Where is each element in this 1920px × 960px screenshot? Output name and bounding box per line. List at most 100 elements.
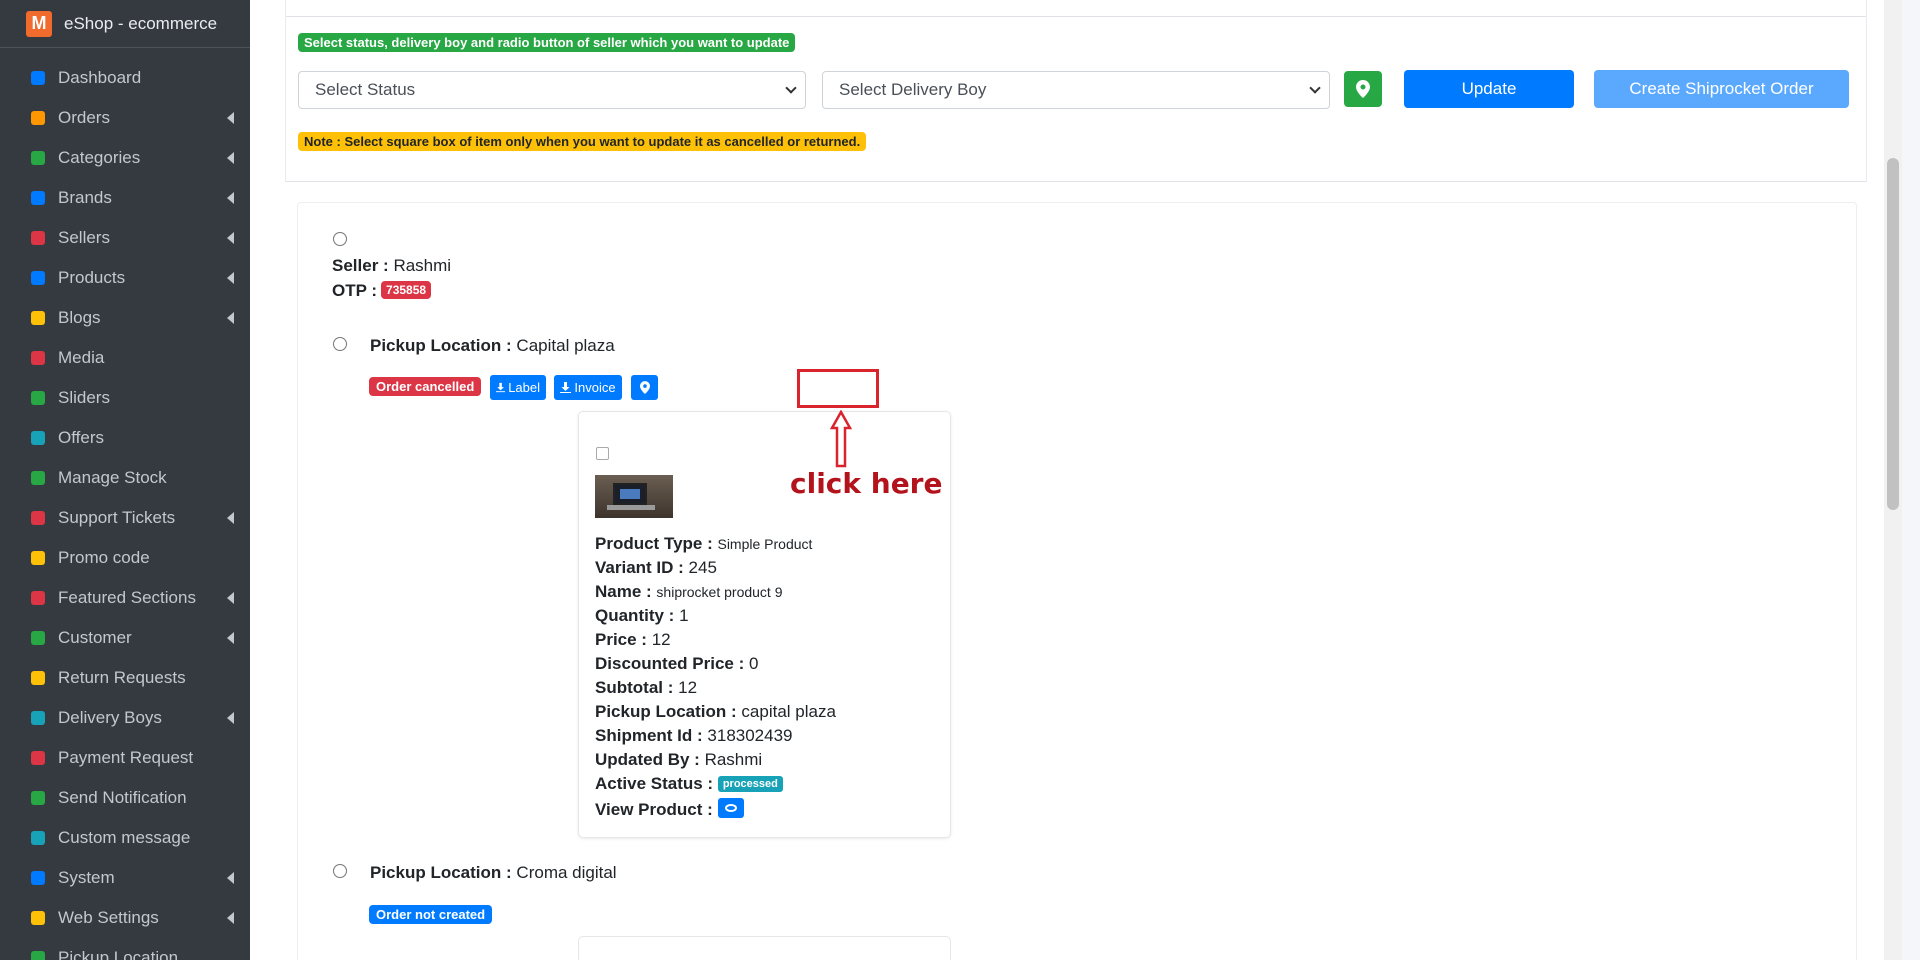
sidebar-item-orders[interactable]: Orders [0, 98, 250, 138]
eye-icon[interactable] [717, 798, 744, 818]
wrench-icon [28, 868, 48, 888]
globe-icon [28, 908, 48, 928]
sidebar-item-offers[interactable]: Offers [0, 418, 250, 458]
sidebar-item-dashboard[interactable]: Dashboard [0, 58, 250, 98]
map-marker-button[interactable] [1344, 71, 1382, 107]
product-field: Subtotal : 12 [595, 678, 697, 698]
brand[interactable]: M eShop - ecommerce [0, 0, 250, 48]
sidebar-item-label: Promo code [58, 548, 150, 567]
order-status-badge: Order cancelled [369, 377, 482, 396]
puzzle-icon [28, 548, 48, 568]
sidebar-item-manage-stock[interactable]: Manage Stock [0, 458, 250, 498]
product-field-label: Subtotal : [595, 678, 674, 697]
cube-icon [28, 468, 48, 488]
sidebar-item-label: Manage Stock [58, 468, 167, 487]
order-card [297, 202, 1857, 960]
invoice-highlight-box [797, 369, 879, 408]
status-select[interactable]: Select Status [298, 71, 806, 109]
sidebar-item-label: Support Tickets [58, 508, 176, 527]
photo-video-icon [28, 348, 48, 368]
label-button-text: Label [508, 380, 540, 395]
view-product-label: View Product : [595, 800, 713, 819]
sidebar-item-brands[interactable]: Brands [0, 178, 250, 218]
sidebar-item-label: Media [58, 348, 105, 367]
invoice-button[interactable]: Invoice [554, 375, 622, 400]
pickup-radio-2[interactable] [333, 864, 347, 878]
seller-name: Rashmi [393, 256, 452, 275]
sidebar-item-return-requests[interactable]: Return Requests [0, 658, 250, 698]
update-button[interactable]: Update [1404, 70, 1574, 108]
chevron-down-icon [1309, 82, 1321, 94]
chevron-left-icon [227, 872, 234, 884]
pickup-radio-1[interactable] [333, 337, 347, 351]
cart-icon [28, 108, 48, 128]
sidebar-item-customer[interactable]: Customer [0, 618, 250, 658]
sidebar-item-custom-message[interactable]: Custom message [0, 818, 250, 858]
product-field-label: Shipment Id : [595, 726, 703, 745]
sidebar-item-label: Send Notification [58, 788, 187, 807]
sidebar-item-web-settings[interactable]: Web Settings [0, 898, 250, 938]
sidebar: M eShop - ecommerce Dashboard Orders Categ… [0, 0, 250, 960]
instruction-badge: Select status, delivery boy and radio bu… [298, 33, 796, 52]
sidebar-item-sliders[interactable]: Sliders [0, 378, 250, 418]
product-field: Quantity : 1 [595, 606, 689, 626]
sidebar-item-send-notification[interactable]: Send Notification [0, 778, 250, 818]
invoice-button-text: Invoice [574, 380, 616, 395]
ticket-icon [28, 508, 48, 528]
item-checkbox[interactable] [596, 447, 609, 460]
chevron-left-icon [227, 592, 234, 604]
seller-line: Seller : Rashmi [332, 256, 451, 276]
sidebar-item-products[interactable]: Products [0, 258, 250, 298]
product-field: Variant ID : 245 [595, 558, 717, 578]
product-field-value: Rashmi [704, 750, 763, 769]
create-shiprocket-order-button[interactable]: Create Shiprocket Order [1594, 70, 1849, 108]
product-field: Shipment Id : 318302439 [595, 726, 793, 746]
pickup-line-2: Pickup Location : Croma digital [370, 863, 617, 883]
user-icon [28, 628, 48, 648]
product-field-label: Updated By : [595, 750, 700, 769]
scrollbar-thumb[interactable] [1887, 158, 1899, 510]
sidebar-item-promo-code[interactable]: Promo code [0, 538, 250, 578]
otp-badge: 735858 [381, 281, 432, 299]
divider [286, 16, 1866, 17]
product-card-2 [578, 936, 951, 960]
active-status-label: Active Status : [595, 774, 714, 793]
map-marker-icon [1356, 80, 1370, 98]
cubes-icon [28, 268, 48, 288]
id-badge-icon [28, 708, 48, 728]
chevron-left-icon [227, 912, 234, 924]
product-field-label: Price : [595, 630, 647, 649]
chevron-left-icon [227, 312, 234, 324]
chevron-left-icon [227, 512, 234, 524]
product-field-label: Quantity : [595, 606, 675, 625]
sidebar-item-label: Return Requests [58, 668, 186, 687]
click-here-annotation: click here [790, 467, 943, 500]
product-field: Discounted Price : 0 [595, 654, 758, 674]
product-field: Price : 12 [595, 630, 671, 650]
sidebar-item-pickup-location[interactable]: Pickup Location [0, 938, 250, 960]
chevron-left-icon [227, 232, 234, 244]
product-field-value: Simple Product [717, 536, 813, 552]
sidebar-item-media[interactable]: Media [0, 338, 250, 378]
sidebar-item-label: Orders [58, 108, 110, 127]
label-button[interactable]: Label [490, 375, 546, 400]
sidebar-item-featured-sections[interactable]: Featured Sections [0, 578, 250, 618]
sidebar-item-label: Categories [58, 148, 141, 167]
seller-radio[interactable] [333, 232, 347, 246]
scrollbar[interactable] [1884, 0, 1902, 960]
sidebar-item-system[interactable]: System [0, 858, 250, 898]
chevron-left-icon [227, 632, 234, 644]
sidebar-item-sellers[interactable]: Sellers [0, 218, 250, 258]
sidebar-item-label: Payment Request [58, 748, 194, 767]
sidebar-item-delivery-boys[interactable]: Delivery Boys [0, 698, 250, 738]
download-icon [496, 382, 506, 393]
sidebar-item-blogs[interactable]: Blogs [0, 298, 250, 338]
product-field: Product Type : Simple Product [595, 534, 812, 554]
delivery-boy-select[interactable]: Select Delivery Boy [822, 71, 1330, 109]
sidebar-item-label: Brands [58, 188, 112, 207]
sidebar-item-support-tickets[interactable]: Support Tickets [0, 498, 250, 538]
sidebar-item-payment-request[interactable]: Payment Request [0, 738, 250, 778]
pickup-label-2: Pickup Location : [370, 863, 512, 882]
pickup-map-button[interactable] [631, 375, 658, 400]
sidebar-item-categories[interactable]: Categories [0, 138, 250, 178]
